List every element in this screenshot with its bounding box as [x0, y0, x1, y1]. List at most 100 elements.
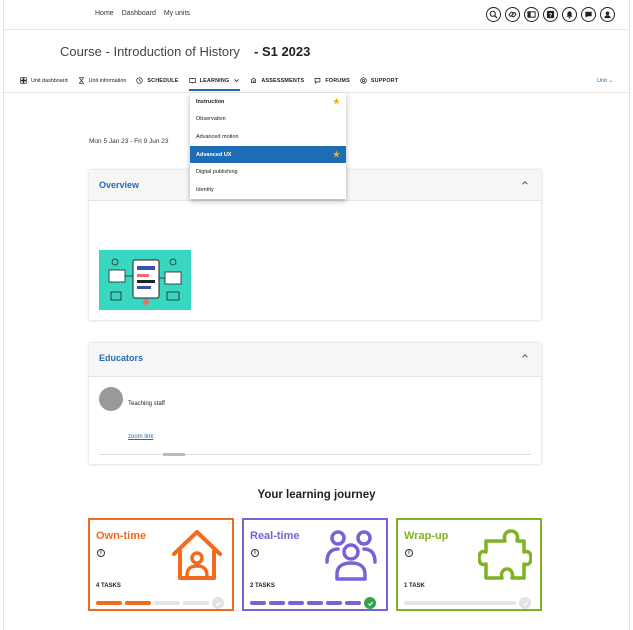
progress-bar — [404, 597, 531, 609]
user-icon[interactable] — [600, 7, 615, 22]
check-icon — [364, 597, 376, 609]
journey-card-real-time[interactable]: Real-time i 2 TASKS — [242, 518, 388, 611]
tab-learning[interactable]: LEARNING — [188, 77, 241, 91]
menu-item-label: Digital publishing — [196, 169, 238, 176]
menu-item-digital-publishing[interactable]: Digital publishing — [190, 163, 346, 181]
unit-tabs: Unit dashboard Unit information SCHEDULE… — [20, 77, 408, 91]
journey-card-name: Own-time — [96, 530, 147, 542]
menu-item-identity[interactable]: Identity — [190, 181, 346, 199]
tab-label: Unit dashboard — [31, 77, 68, 84]
educators-header[interactable]: Educators — [89, 343, 541, 377]
progress-segment-done — [250, 601, 266, 605]
info-icon[interactable]: i — [97, 549, 105, 557]
svg-text:?: ? — [549, 13, 553, 19]
journey-card-own-time[interactable]: Own-time i 4 TASKS — [88, 518, 234, 611]
nav-my-units[interactable]: My units — [164, 10, 190, 17]
progress-segment-done — [326, 601, 342, 605]
journey-card-name: Wrap-up — [404, 530, 449, 542]
star-icon[interactable]: ★ — [333, 150, 340, 159]
tab-label: Unit information — [88, 77, 127, 84]
task-count: 4 TASKS — [96, 583, 121, 589]
menu-item-advanced-ux[interactable]: Advanced UX ★ — [190, 145, 346, 164]
educators-title: Educators — [99, 353, 144, 363]
tab-unit-dashboard[interactable]: Unit dashboard — [20, 77, 68, 84]
scrollbar-thumb[interactable] — [163, 453, 185, 456]
menu-item-label: Advanced UX — [196, 151, 232, 158]
progress-segment-done — [125, 601, 151, 605]
zoom-icon[interactable] — [486, 7, 501, 22]
star-icon[interactable]: ★ — [333, 97, 340, 106]
menu-item-label: Advanced motion — [196, 133, 239, 140]
forum-icon — [315, 78, 321, 84]
nav-home[interactable]: Home — [95, 10, 114, 17]
check-icon — [212, 597, 224, 609]
overview-illustration — [99, 250, 191, 310]
book-icon — [188, 78, 196, 84]
hourglass-icon — [78, 77, 84, 84]
menu-item-label: Observation — [196, 116, 226, 123]
tab-label: ASSESSMENTS — [261, 77, 305, 84]
tab-support[interactable]: SUPPORT — [360, 77, 398, 84]
support-icon — [360, 77, 367, 84]
chat-icon[interactable] — [581, 7, 596, 22]
menu-item-instruction[interactable]: Instruction ★ — [190, 93, 346, 111]
puzzle-icon — [478, 529, 532, 580]
tab-label: LEARNING — [199, 77, 230, 84]
tab-schedule[interactable]: SCHEDULE — [136, 77, 178, 84]
chevron-down-icon — [234, 79, 240, 83]
grid-icon — [20, 77, 27, 84]
journey-card-name: Real-time — [250, 530, 300, 542]
nav-dashboard[interactable]: Dashboard — [122, 10, 156, 17]
clock-icon — [136, 77, 143, 84]
progress-bar — [96, 597, 224, 609]
progress-segment-todo — [183, 601, 209, 605]
course-title: Course - Introduction of History — [60, 44, 240, 59]
bell-icon[interactable] — [562, 7, 577, 22]
tab-label: SCHEDULE — [147, 77, 179, 84]
top-icons: ? — [486, 7, 615, 22]
link-icon[interactable] — [505, 7, 520, 22]
progress-segment-done — [269, 601, 285, 605]
tab-label: SUPPORT — [370, 77, 399, 84]
task-count: 2 TASKS — [250, 583, 275, 589]
check-icon — [519, 597, 531, 609]
overview-title: Overview — [99, 180, 140, 190]
journey-title: Your learning journey — [257, 489, 376, 501]
progress-segment-todo — [404, 601, 516, 605]
chevron-up-icon[interactable] — [521, 352, 529, 360]
tab-label: FORUMS — [325, 77, 350, 84]
menu-item-observation[interactable]: Observation — [190, 111, 346, 129]
chevron-down-icon: ⌄ — [608, 78, 613, 84]
avatar — [99, 387, 123, 411]
tab-assessments[interactable]: ASSESSMENTS — [250, 77, 304, 84]
course-term: - S1 2023 — [254, 44, 311, 59]
people-icon — [325, 530, 377, 581]
assessment-icon — [251, 77, 257, 83]
progress-segment-done — [96, 601, 122, 605]
menu-item-advanced-motion[interactable]: Advanced motion — [190, 128, 346, 146]
chevron-up-icon[interactable] — [521, 179, 529, 187]
help-icon[interactable]: ? — [543, 7, 558, 22]
educators-card: Educators Teaching staff zoom link — [89, 343, 541, 464]
progress-bar — [250, 597, 376, 609]
teaching-staff-label: Teaching staff — [128, 401, 165, 407]
info-icon[interactable]: i — [405, 549, 413, 557]
horizontal-scrollbar[interactable] — [99, 453, 531, 456]
tab-forums[interactable]: FORUMS — [314, 77, 350, 84]
progress-segment-done — [288, 601, 304, 605]
progress-segment-done — [345, 601, 361, 605]
unit-menu-label: Unit — [597, 78, 607, 84]
progress-segment-done — [307, 601, 323, 605]
info-icon[interactable]: i — [251, 549, 259, 557]
tab-unit-information[interactable]: Unit information — [78, 77, 127, 84]
task-count: 1 TASK — [404, 583, 425, 589]
journey-card-wrap-up[interactable]: Wrap-up i 1 TASK — [396, 518, 542, 611]
zoom-link[interactable]: zoom link — [128, 434, 153, 440]
menu-item-label: Identity — [196, 186, 214, 193]
unit-menu[interactable]: Unit ⌄ — [597, 78, 613, 84]
learning-dropdown: Instruction ★ Observation Advanced motion… — [190, 93, 346, 199]
sidebar-icon[interactable] — [524, 7, 539, 22]
progress-segment-todo — [154, 601, 180, 605]
menu-item-label: Instruction — [196, 98, 225, 105]
unit-dates: Mon 5 Jan 23 - Fri 9 Jun 23 — [89, 138, 169, 145]
